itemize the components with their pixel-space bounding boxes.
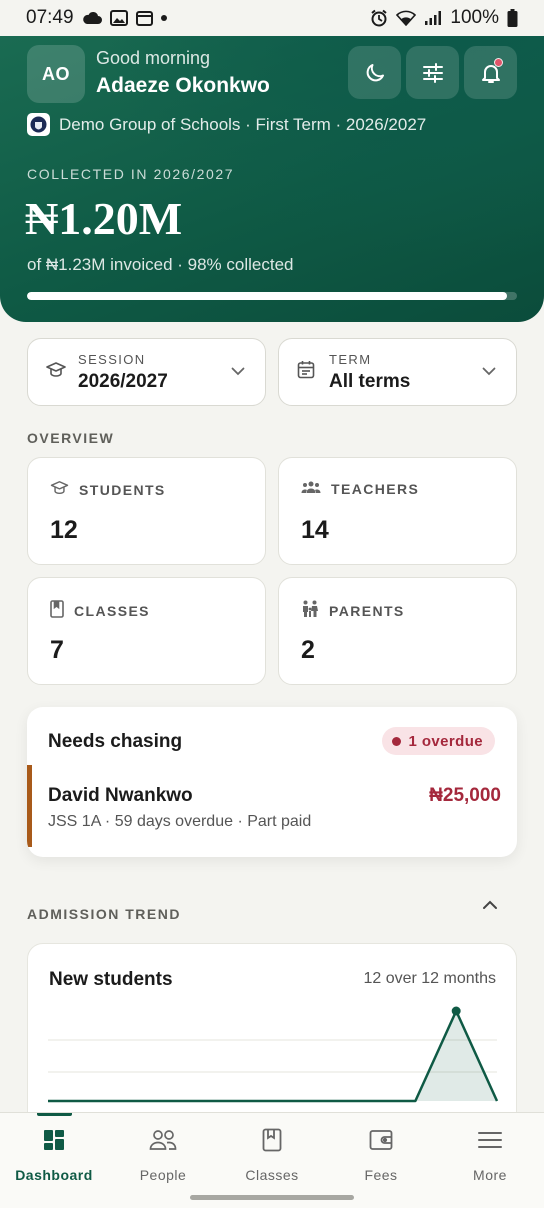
- menu-icon: [478, 1127, 502, 1153]
- battery-level: 100%: [450, 7, 499, 28]
- stat-label: PARENTS: [329, 602, 405, 619]
- cloud-icon: [82, 11, 102, 25]
- alarm-icon: [370, 9, 388, 27]
- school-context: Demo Group of Schools · First Term · 202…: [27, 113, 426, 136]
- nav-fees[interactable]: Fees: [327, 1113, 435, 1193]
- wifi-icon: [396, 10, 417, 26]
- family-icon: [301, 600, 319, 621]
- user-name: Adaeze Okonkwo: [96, 74, 270, 97]
- collection-progress-fill: [27, 292, 508, 300]
- sliders-icon: [421, 61, 445, 85]
- status-time: 07:49: [26, 7, 74, 28]
- debt-amount: ₦25,000: [429, 785, 501, 806]
- admission-trend-label: ADMISSION TREND: [27, 906, 181, 922]
- nav-more[interactable]: More: [436, 1113, 544, 1193]
- collected-label: COLLECTED IN 2026/2027: [27, 166, 235, 182]
- graduation-cap-icon: [46, 361, 66, 384]
- avatar[interactable]: AO: [27, 45, 85, 103]
- status-bar: 07:49 100%: [0, 0, 544, 36]
- debtor-name: David Nwankwo: [48, 785, 193, 806]
- term-label: TERM: [329, 351, 372, 367]
- school-crest-icon: [27, 113, 50, 136]
- wallet-icon: [369, 1127, 393, 1153]
- chart-data-point[interactable]: [451, 1006, 461, 1016]
- calendar-icon: [297, 360, 317, 384]
- people-icon: [149, 1127, 177, 1153]
- session-select[interactable]: SESSION 2026/2027: [27, 338, 266, 406]
- stat-label: TEACHERS: [331, 480, 420, 497]
- overdue-dot-icon: [391, 736, 401, 746]
- nav-label: Classes: [245, 1167, 299, 1183]
- notifications-button[interactable]: [464, 46, 517, 99]
- stat-card-classes[interactable]: CLASSES 7: [27, 577, 266, 685]
- stat-value: 14: [301, 516, 329, 544]
- stat-value: 2: [301, 636, 315, 664]
- nav-label: More: [473, 1167, 507, 1183]
- term-value: All terms: [329, 370, 411, 392]
- calendar-icon: [135, 10, 153, 26]
- image-icon: [109, 10, 128, 26]
- moon-icon: [363, 61, 387, 85]
- dashboard-header: AO Good morning Adaeze Okonkwo Demo Grou…: [0, 34, 544, 322]
- stat-label: STUDENTS: [79, 481, 166, 498]
- book-icon: [50, 600, 64, 621]
- filters-button[interactable]: [406, 46, 459, 99]
- overdue-accent-bar: [27, 765, 32, 847]
- stat-label: CLASSES: [74, 602, 150, 619]
- chevron-down-icon: [482, 363, 498, 381]
- overdue-count: 1 overdue: [408, 732, 483, 750]
- theme-toggle-button[interactable]: [348, 46, 401, 99]
- book-icon: [262, 1127, 282, 1153]
- home-indicator[interactable]: [190, 1195, 354, 1200]
- stat-card-teachers[interactable]: TEACHERS 14: [278, 457, 517, 565]
- needs-chasing-card: Needs chasing 1 overdue David Nwankwo JS…: [27, 707, 517, 857]
- overview-section-label: OVERVIEW: [27, 430, 115, 446]
- needs-chasing-title: Needs chasing: [48, 731, 183, 752]
- nav-label: Dashboard: [15, 1167, 93, 1183]
- overdue-badge: 1 overdue: [381, 727, 495, 755]
- collection-progress-bar: [27, 292, 517, 300]
- bottom-navigation: Dashboard People Classes Fees More: [0, 1112, 544, 1208]
- group-icon: [301, 480, 321, 497]
- collected-amount: ₦1.20M: [25, 193, 183, 244]
- chevron-down-icon: [231, 363, 247, 381]
- stat-card-parents[interactable]: PARENTS 2: [278, 577, 517, 685]
- nav-classes[interactable]: Classes: [218, 1113, 326, 1193]
- invoiced-summary: of ₦1.23M invoiced · 98% collected: [27, 255, 294, 274]
- stat-card-students[interactable]: STUDENTS 12: [27, 457, 266, 565]
- debtor-details: JSS 1A · 59 days overdue · Part paid: [48, 813, 312, 830]
- stat-value: 7: [50, 636, 64, 664]
- nav-label: Fees: [364, 1167, 398, 1183]
- term-select[interactable]: TERM All terms: [278, 338, 517, 406]
- nav-label: People: [139, 1167, 187, 1183]
- dashboard-icon: [42, 1127, 66, 1153]
- signal-icon: [424, 10, 442, 26]
- graduation-cap-icon: [50, 480, 69, 499]
- school-line: Demo Group of Schools · First Term · 202…: [59, 114, 427, 134]
- notification-dot-icon: [160, 15, 167, 21]
- nav-people[interactable]: People: [109, 1113, 217, 1193]
- session-label: SESSION: [78, 351, 146, 367]
- session-value: 2026/2027: [78, 370, 168, 392]
- nav-dashboard[interactable]: Dashboard: [0, 1113, 108, 1193]
- chevron-up-icon[interactable]: [482, 897, 498, 915]
- greeting-text: Good morning: [96, 48, 211, 68]
- stat-value: 12: [50, 516, 78, 544]
- notification-badge: [494, 58, 503, 67]
- chart-area: [48, 1011, 497, 1101]
- battery-icon: [507, 9, 518, 27]
